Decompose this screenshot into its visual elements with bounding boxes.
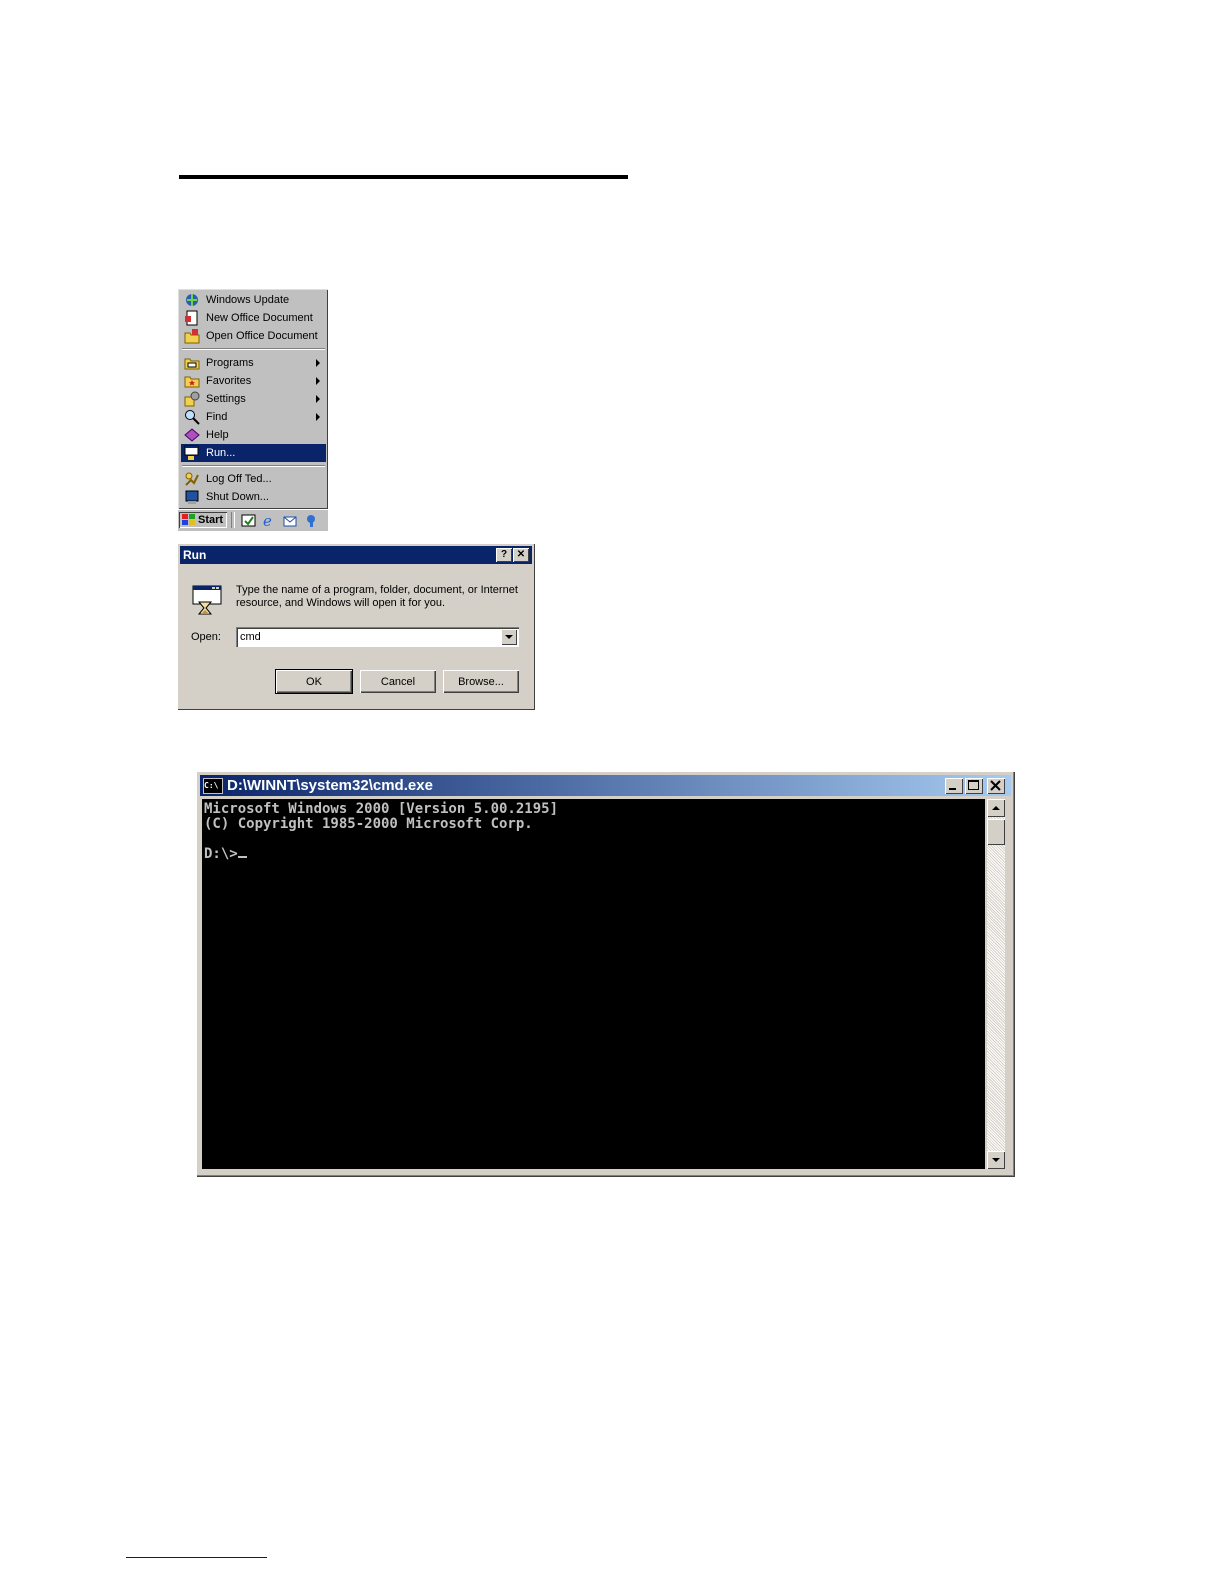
start-label: Start <box>198 514 224 526</box>
menu-item-label: Run... <box>206 447 236 459</box>
new-office-document-icon <box>184 310 200 326</box>
menu-item-help[interactable]: Help <box>181 426 326 444</box>
log-off-icon <box>184 471 200 487</box>
shut-down-icon <box>184 489 200 505</box>
start-button[interactable]: Start <box>179 512 227 528</box>
minimize-button[interactable] <box>945 778 963 794</box>
settings-icon <box>184 391 200 407</box>
minimize-icon <box>949 788 956 790</box>
run-dialog-titlebar[interactable]: Run ? ✕ <box>180 546 532 564</box>
scrollbar-thumb[interactable] <box>987 819 1005 845</box>
find-icon <box>184 409 200 425</box>
submenu-arrow-icon <box>316 395 320 403</box>
menu-item-run[interactable]: Run... <box>181 444 326 462</box>
menu-item-label: New Office Document <box>206 312 313 324</box>
close-button[interactable]: ✕ <box>513 548 529 562</box>
menu-item-label: Favorites <box>206 375 252 387</box>
open-combobox[interactable] <box>236 627 519 647</box>
menu-item-settings[interactable]: Settings <box>181 390 326 408</box>
menu-item-label: Log Off Ted... <box>206 473 272 485</box>
menu-item-windows-update[interactable]: Windows Update <box>181 291 326 309</box>
menu-separator <box>182 348 325 350</box>
close-button[interactable] <box>987 778 1005 794</box>
run-dialog-description: Type the name of a program, folder, docu… <box>236 584 518 609</box>
menu-item-label: Open Office Document <box>206 330 318 342</box>
console-output[interactable]: Microsoft Windows 2000 [Version 5.00.219… <box>202 799 985 1169</box>
internet-explorer-icon[interactable]: e <box>262 512 277 530</box>
help-button[interactable]: ? <box>496 548 512 562</box>
text-cursor <box>237 856 247 858</box>
open-input[interactable] <box>240 630 490 644</box>
open-label: Open: <box>191 631 221 643</box>
start-menu: Windows Update New Office Document Open … <box>178 289 328 509</box>
run-dialog: Run ? ✕ Type the name of a program, fold… <box>177 543 535 710</box>
menu-item-programs[interactable]: Programs <box>181 354 326 372</box>
outlook-express-icon[interactable] <box>283 513 298 528</box>
submenu-arrow-icon <box>316 377 320 385</box>
run-dialog-title: Run <box>183 548 207 562</box>
show-desktop-icon[interactable] <box>241 513 256 528</box>
menu-separator <box>182 465 325 467</box>
footnote-rule <box>126 1557 267 1558</box>
heading-rule <box>179 175 628 179</box>
run-icon <box>184 445 200 461</box>
menu-item-label: Help <box>206 429 229 441</box>
menu-item-label: Programs <box>206 357 254 369</box>
submenu-arrow-icon <box>316 359 320 367</box>
windows-update-icon <box>184 292 200 308</box>
menu-item-label: Settings <box>206 393 246 405</box>
vertical-scrollbar[interactable] <box>987 799 1005 1169</box>
submenu-arrow-icon <box>316 413 320 421</box>
open-office-document-icon <box>184 328 200 344</box>
chevron-down-icon[interactable] <box>501 629 517 645</box>
console-prompt: D:\> <box>204 846 238 862</box>
menu-item-find[interactable]: Find <box>181 408 326 426</box>
scroll-up-button[interactable] <box>987 799 1005 817</box>
run-program-icon <box>191 584 223 618</box>
console-line: Microsoft Windows 2000 [Version 5.00.219… <box>204 801 559 817</box>
console-app-icon: C:\ <box>203 777 223 794</box>
favorites-folder-icon <box>184 373 200 389</box>
console-line: (C) Copyright 1985-2000 Microsoft Corp. <box>204 816 533 832</box>
cmd-window-titlebar[interactable]: C:\ D:\WINNT\system32\cmd.exe <box>200 775 1011 796</box>
media-player-icon[interactable] <box>304 513 319 528</box>
taskbar-divider <box>231 512 235 528</box>
cancel-button[interactable]: Cancel <box>360 670 436 693</box>
windows-logo-icon <box>182 514 196 526</box>
maximize-icon <box>968 780 979 790</box>
menu-item-favorites[interactable]: Favorites <box>181 372 326 390</box>
programs-folder-icon <box>184 355 200 371</box>
menu-item-shut-down[interactable]: Shut Down... <box>181 488 326 506</box>
menu-item-label: Find <box>206 411 228 423</box>
cmd-window-title: D:\WINNT\system32\cmd.exe <box>227 777 433 794</box>
menu-item-log-off[interactable]: Log Off Ted... <box>181 470 326 488</box>
scroll-down-button[interactable] <box>987 1151 1005 1169</box>
taskbar: Start e <box>178 509 328 531</box>
browse-button[interactable]: Browse... <box>443 670 519 693</box>
menu-item-label: Shut Down... <box>206 491 269 503</box>
menu-item-open-office-document[interactable]: Open Office Document <box>181 327 326 345</box>
svg-text:e: e <box>263 513 272 528</box>
menu-item-label: Windows Update <box>206 294 290 306</box>
close-icon <box>990 780 1001 791</box>
cmd-window: C:\ D:\WINNT\system32\cmd.exe Microsoft … <box>196 771 1015 1177</box>
menu-item-new-office-document[interactable]: New Office Document <box>181 309 326 327</box>
help-book-icon <box>184 427 200 443</box>
ok-button[interactable]: OK <box>276 670 352 693</box>
maximize-button[interactable] <box>965 778 983 794</box>
